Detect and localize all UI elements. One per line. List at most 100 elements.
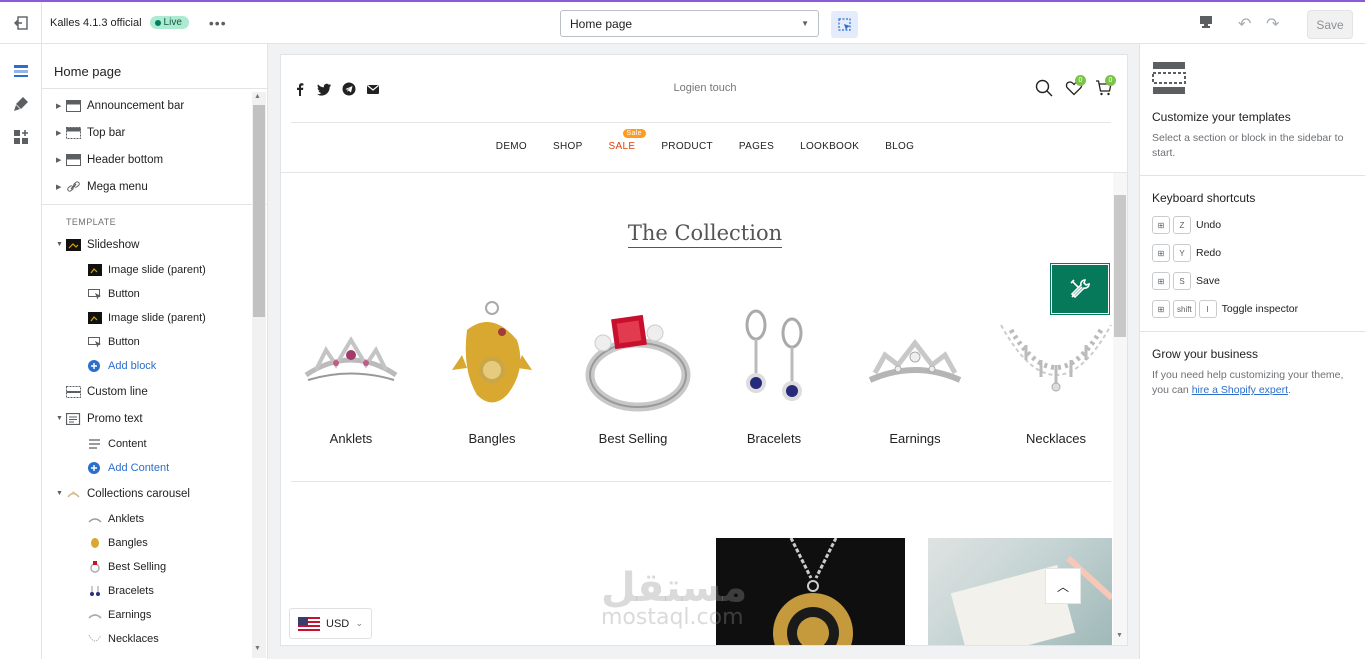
nav-lookbook[interactable]: LOOKBOOK (800, 141, 859, 152)
search-icon[interactable] (1035, 79, 1053, 97)
sections-illustration-icon (1152, 62, 1186, 94)
page-selector[interactable]: Home page ▼ (560, 10, 819, 37)
collection-item-bangles[interactable]: Bangles (427, 295, 557, 446)
block-label: Image slide (parent) (108, 312, 206, 324)
section-icon (66, 153, 81, 166)
tiara-thumb-icon (88, 614, 102, 619)
device-preview-button[interactable] (1198, 14, 1214, 33)
ring-thumb-icon (90, 561, 100, 573)
caret-right-icon: ▶ (56, 102, 62, 110)
block-collection-bangles[interactable]: Bangles (42, 531, 267, 555)
sidebar-title: Home page (42, 44, 267, 89)
watermark-english: mostaql.com (601, 605, 744, 630)
back-to-top-button[interactable]: ︿ (1045, 568, 1081, 604)
header-divider (291, 122, 1111, 123)
key-s: S (1173, 272, 1191, 290)
collection-item-earnings[interactable]: Earnings (850, 295, 980, 446)
lifestyle-photo[interactable] (928, 538, 1112, 645)
save-button[interactable]: Save (1307, 10, 1353, 39)
section-label: Top bar (87, 126, 126, 139)
collection-name: Necklaces (1026, 431, 1086, 446)
image-icon (88, 312, 102, 324)
block-image-slide[interactable]: Image slide (parent) (42, 258, 267, 282)
block-collection-best-selling[interactable]: Best Selling (42, 555, 267, 579)
key-ctrl: ⊞ (1152, 216, 1170, 234)
preview-scrollbar-thumb[interactable] (1114, 195, 1126, 337)
section-mega-menu[interactable]: ▶ Mega menu (42, 173, 267, 200)
section-slideshow[interactable]: ▼ Slideshow (42, 231, 267, 258)
text-section-icon (66, 412, 81, 425)
block-content[interactable]: Content (42, 432, 267, 456)
shortcut-undo: ⊞ Z Undo (1152, 211, 1353, 239)
block-collection-anklets[interactable]: Anklets (42, 507, 267, 531)
scroll-down-icon[interactable]: ▼ (254, 645, 261, 652)
main-nav: DEMO SHOP SALE Sale PRODUCT PAGES LOOKBOO… (281, 129, 1127, 152)
add-content-button[interactable]: Add Content (42, 456, 267, 480)
redo-button[interactable]: ↷ (1266, 14, 1279, 34)
collection-item-anklets[interactable]: Anklets (286, 295, 416, 446)
nav-blog[interactable]: BLOG (885, 141, 914, 152)
ruby-ring-image (568, 295, 698, 425)
caret-down-icon: ▼ (56, 490, 63, 497)
customize-text: Select a section or block in the sidebar… (1152, 132, 1344, 159)
inspector-cursor-icon (837, 17, 851, 31)
block-button[interactable]: Button (42, 282, 267, 306)
block-button[interactable]: Button (42, 330, 267, 354)
page-selector-value: Home page (570, 16, 633, 31)
collection-heading: The Collection (281, 221, 1127, 248)
section-promo-text[interactable]: ▼ Promo text (42, 405, 267, 432)
nav-shop[interactable]: SHOP (553, 141, 583, 152)
exit-button[interactable] (0, 1, 42, 44)
hire-expert-link[interactable]: hire a Shopify expert (1192, 384, 1288, 396)
site-title[interactable]: Logien touch (281, 82, 1127, 94)
apps-tab[interactable] (0, 120, 42, 153)
add-content-label: Add Content (108, 462, 170, 474)
more-actions-icon[interactable]: ••• (209, 15, 227, 31)
key-ctrl: ⊞ (1152, 272, 1170, 290)
plus-circle-icon (88, 360, 100, 372)
nav-sale[interactable]: SALE Sale (609, 129, 646, 152)
theme-tools-button[interactable] (1051, 264, 1109, 314)
section-custom-line[interactable]: Custom line (42, 378, 267, 405)
scroll-up-icon[interactable]: ▲ (254, 93, 261, 100)
add-block-button[interactable]: Add block (42, 354, 267, 378)
section-top-bar[interactable]: ▶ Top bar (42, 119, 267, 146)
shortcut-action: Redo (1196, 247, 1222, 259)
sections-tab[interactable] (0, 54, 42, 87)
key-ctrl: ⊞ (1152, 300, 1170, 318)
wishlist-button[interactable]: 0 (1065, 75, 1086, 100)
button-icon (88, 337, 101, 348)
key-shift: shift (1173, 300, 1196, 318)
block-image-slide[interactable]: Image slide (parent) (42, 306, 267, 330)
text-lines-icon (89, 439, 100, 449)
sections-icon (14, 64, 28, 77)
theme-settings-tab[interactable] (0, 87, 42, 120)
block-collection-necklaces[interactable]: Necklaces (42, 627, 267, 651)
block-collection-earnings[interactable]: Earnings (42, 603, 267, 627)
nav-product[interactable]: PRODUCT (661, 141, 713, 152)
icon-rail (0, 44, 42, 659)
section-icon (66, 385, 81, 398)
storefront-preview: Logien touch 0 0 DEMO SHOP SALE Sale PROD… (280, 54, 1128, 646)
collection-item-bracelets[interactable]: Bracelets (709, 295, 839, 446)
sidebar-scrollbar-thumb[interactable] (253, 105, 265, 317)
nav-demo[interactable]: DEMO (496, 141, 527, 152)
key-ctrl: ⊞ (1152, 244, 1170, 262)
sections-list: ▶ Announcement bar ▶ Top bar ▶ Header bo… (42, 89, 267, 651)
section-announcement-bar[interactable]: ▶ Announcement bar (42, 92, 267, 119)
section-collections-carousel[interactable]: ▼ Collections carousel (42, 480, 267, 507)
inspector-toggle-button[interactable] (831, 11, 858, 38)
plus-circle-icon (88, 462, 100, 474)
block-collection-bracelets[interactable]: Bracelets (42, 579, 267, 603)
grow-title: Grow your business (1152, 347, 1259, 361)
add-block-label: Add block (108, 360, 157, 372)
section-header-bottom[interactable]: ▶ Header bottom (42, 146, 267, 173)
preview-scroll-down-icon[interactable]: ▼ (1116, 632, 1123, 639)
collection-item-necklaces[interactable]: Necklaces (991, 295, 1121, 446)
cart-button[interactable]: 0 (1095, 75, 1116, 100)
collection-heading-text: The Collection (627, 221, 783, 248)
nav-pages[interactable]: PAGES (739, 141, 774, 152)
currency-selector[interactable]: USD ⌄ (289, 608, 372, 639)
undo-button[interactable]: ↶ (1238, 14, 1251, 34)
collection-item-best-selling[interactable]: Best Selling (568, 295, 698, 446)
